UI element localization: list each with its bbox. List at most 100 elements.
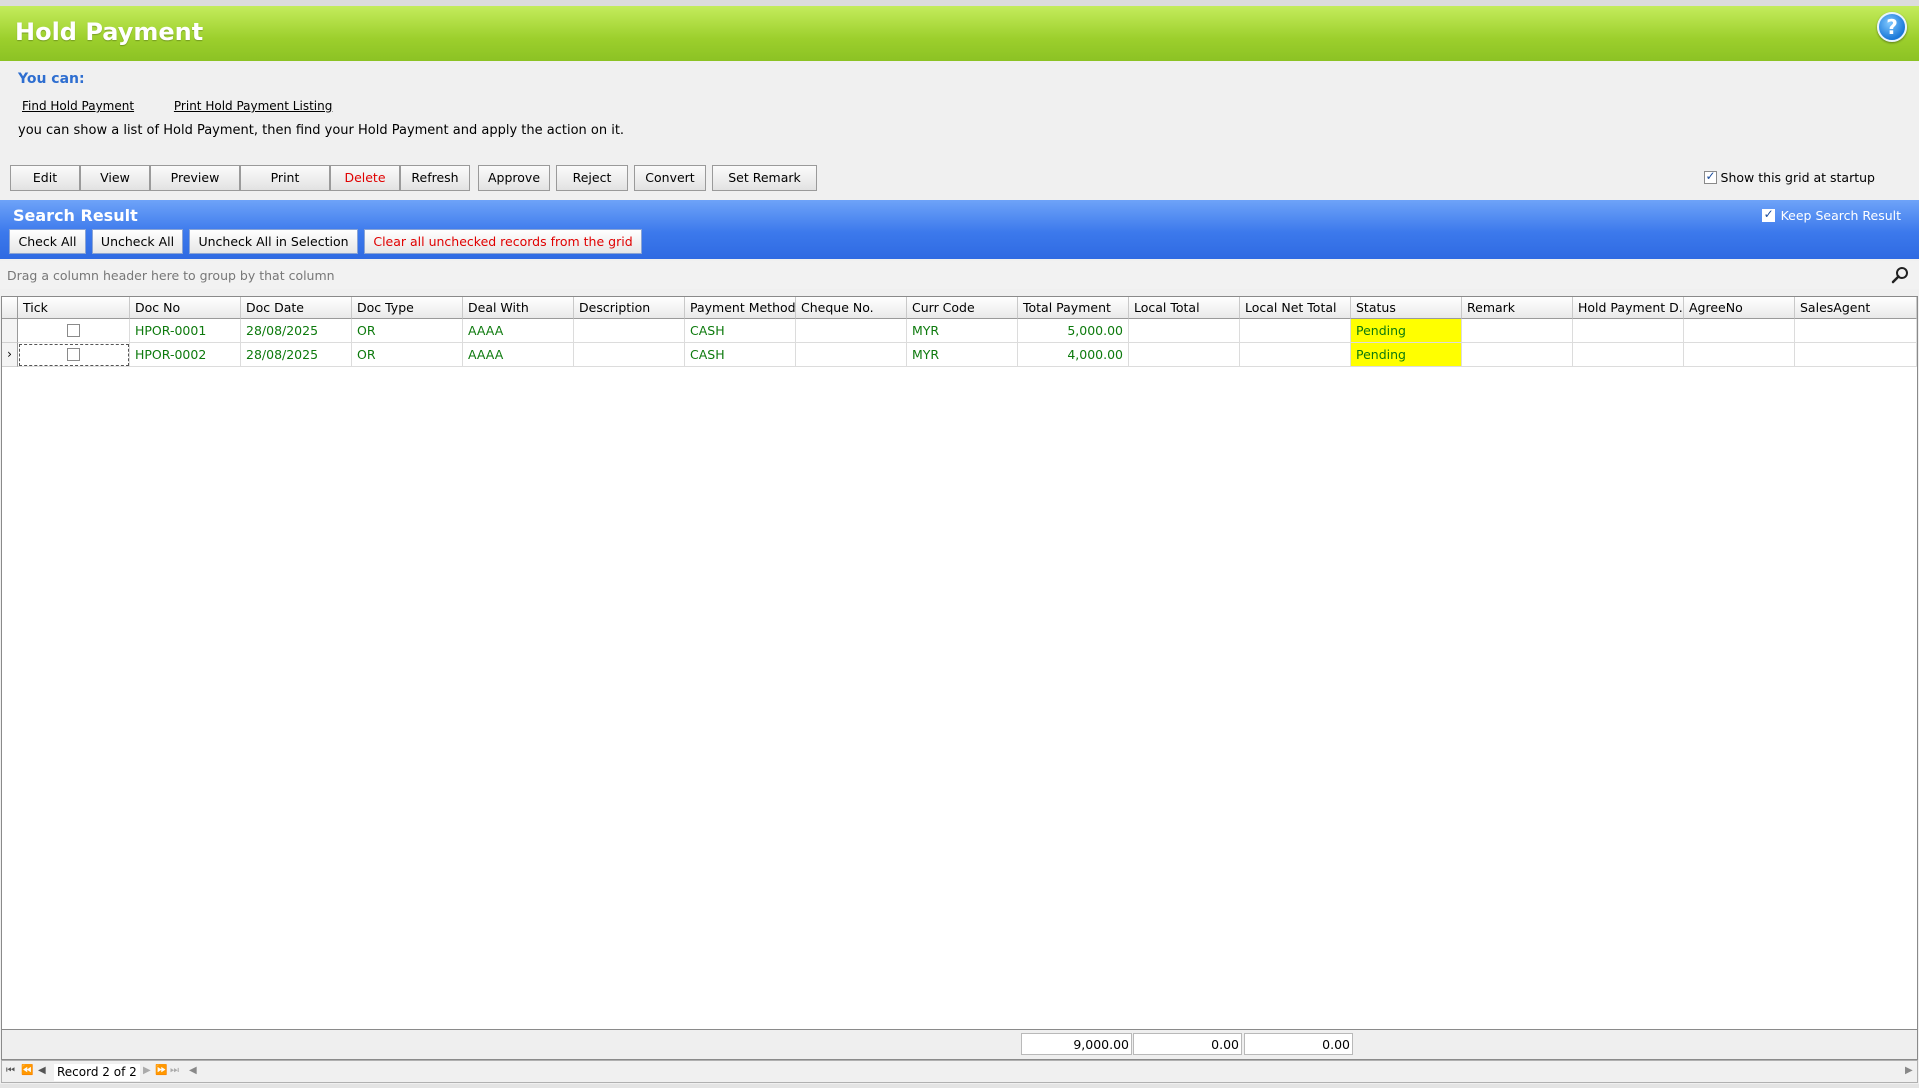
- local-net-total-cell[interactable]: [1240, 343, 1351, 367]
- doc-no-cell[interactable]: HPOR-0002: [130, 343, 241, 367]
- deal-with-cell[interactable]: AAAA: [463, 319, 574, 343]
- column-header-doc-date[interactable]: Doc Date: [241, 297, 352, 319]
- bottom-border: [0, 1084, 1919, 1088]
- selection-buttons: Check All Uncheck All Uncheck All in Sel…: [9, 229, 642, 254]
- column-header-status[interactable]: Status: [1351, 297, 1462, 319]
- current-row-indicator[interactable]: ›: [2, 343, 18, 367]
- row-indicator[interactable]: [2, 319, 18, 343]
- payment-method-cell[interactable]: CASH: [685, 343, 796, 367]
- local-total-cell[interactable]: [1129, 343, 1240, 367]
- curr-code-cell[interactable]: MYR: [907, 319, 1018, 343]
- show-grid-startup-option[interactable]: Show this grid at startup: [1703, 169, 1875, 185]
- page-description: you can show a list of Hold Payment, the…: [18, 123, 625, 138]
- next-page-icon[interactable]: ⏩: [155, 1065, 167, 1076]
- status-cell[interactable]: Pending: [1351, 319, 1462, 343]
- row-indicator-header: [2, 297, 18, 319]
- total-payment-cell[interactable]: 5,000.00: [1018, 319, 1129, 343]
- convert-button[interactable]: Convert: [634, 165, 706, 191]
- local-total-cell[interactable]: [1129, 319, 1240, 343]
- total-payment-cell[interactable]: 4,000.00: [1018, 343, 1129, 367]
- cheque-no-cell[interactable]: [796, 343, 907, 367]
- approve-button[interactable]: Approve: [478, 165, 550, 191]
- column-header-cheque-no[interactable]: Cheque No.: [796, 297, 907, 319]
- keep-search-result-option[interactable]: Keep Search Result: [1761, 207, 1901, 223]
- doc-type-cell[interactable]: OR: [352, 319, 463, 343]
- tick-cell[interactable]: [18, 319, 130, 343]
- previous-record-icon[interactable]: ◀: [38, 1065, 46, 1076]
- sales-agent-cell[interactable]: [1795, 319, 1917, 343]
- column-header-local-total[interactable]: Local Total: [1129, 297, 1240, 319]
- doc-date-cell[interactable]: 28/08/2025: [241, 343, 352, 367]
- view-button[interactable]: View: [80, 165, 150, 191]
- description-cell[interactable]: [574, 343, 685, 367]
- tick-cell[interactable]: [18, 343, 130, 367]
- refresh-button[interactable]: Refresh: [400, 165, 470, 191]
- local-net-total-cell[interactable]: [1240, 319, 1351, 343]
- you-can-label: You can:: [18, 71, 85, 87]
- table-row[interactable]: HPOR-0001 28/08/2025 OR AAAA CASH MYR 5,…: [2, 319, 1919, 343]
- delete-button[interactable]: Delete: [330, 165, 400, 191]
- keep-search-result-checkbox[interactable]: [1761, 207, 1775, 222]
- next-record-icon[interactable]: ▶: [143, 1065, 151, 1076]
- status-cell[interactable]: Pending: [1351, 343, 1462, 367]
- remark-cell[interactable]: [1462, 343, 1573, 367]
- curr-code-cell[interactable]: MYR: [907, 343, 1018, 367]
- scroll-right-icon[interactable]: ▶: [1905, 1065, 1913, 1076]
- total-payment-sum: 9,000.00: [1021, 1033, 1132, 1055]
- column-header-payment-method[interactable]: Payment Method: [685, 297, 796, 319]
- cheque-no-cell[interactable]: [796, 319, 907, 343]
- agree-no-cell[interactable]: [1684, 343, 1795, 367]
- print-hold-payment-listing-link[interactable]: Print Hold Payment Listing: [174, 99, 332, 113]
- column-header-curr-code[interactable]: Curr Code: [907, 297, 1018, 319]
- reject-button[interactable]: Reject: [556, 165, 628, 191]
- last-record-icon[interactable]: ⏭: [170, 1065, 179, 1076]
- previous-page-icon[interactable]: ⏪: [21, 1065, 33, 1076]
- agree-no-cell[interactable]: [1684, 319, 1795, 343]
- edit-button[interactable]: Edit: [10, 165, 80, 191]
- help-icon[interactable]: ?: [1877, 12, 1907, 42]
- column-header-doc-type[interactable]: Doc Type: [352, 297, 463, 319]
- doc-no-cell[interactable]: HPOR-0001: [130, 319, 241, 343]
- column-header-total-payment[interactable]: Total Payment: [1018, 297, 1129, 319]
- preview-button[interactable]: Preview: [150, 165, 240, 191]
- column-header-sales-agent[interactable]: SalesAgent: [1795, 297, 1917, 319]
- column-header-remark[interactable]: Remark: [1462, 297, 1573, 319]
- column-header-description[interactable]: Description: [574, 297, 685, 319]
- column-header-local-net-total[interactable]: Local Net Total: [1240, 297, 1351, 319]
- column-header-doc-no[interactable]: Doc No: [130, 297, 241, 319]
- keep-search-result-label: Keep Search Result: [1780, 208, 1901, 223]
- first-record-icon[interactable]: ⏮: [6, 1065, 15, 1076]
- row-tick-checkbox[interactable]: [67, 324, 80, 337]
- record-navigator: ⏮ ⏪ ◀ Record 2 of 2 ▶ ⏩ ⏭ ◀ ▶: [1, 1060, 1918, 1083]
- column-header-hold-payment-d[interactable]: Hold Payment D...: [1573, 297, 1684, 319]
- clear-unchecked-records-button[interactable]: Clear all unchecked records from the gri…: [364, 229, 642, 254]
- sales-agent-cell[interactable]: [1795, 343, 1917, 367]
- column-header-tick[interactable]: Tick: [18, 297, 130, 319]
- doc-type-cell[interactable]: OR: [352, 343, 463, 367]
- hold-payment-grid: Tick Doc No Doc Date Doc Type Deal With …: [1, 296, 1918, 1030]
- deal-with-cell[interactable]: AAAA: [463, 343, 574, 367]
- check-all-button[interactable]: Check All: [9, 229, 86, 254]
- show-grid-checkbox[interactable]: [1703, 169, 1717, 184]
- uncheck-all-in-selection-button[interactable]: Uncheck All in Selection: [189, 229, 358, 254]
- group-by-panel[interactable]: Drag a column header here to group by th…: [0, 261, 1919, 289]
- search-icon[interactable]: [1891, 266, 1909, 284]
- search-result-title: Search Result: [13, 206, 138, 225]
- column-header-agree-no[interactable]: AgreeNo: [1684, 297, 1795, 319]
- group-by-hint: Drag a column header here to group by th…: [7, 268, 335, 283]
- payment-method-cell[interactable]: CASH: [685, 319, 796, 343]
- remark-cell[interactable]: [1462, 319, 1573, 343]
- action-links: Find Hold Payment Print Hold Payment Lis…: [22, 99, 368, 113]
- hold-payment-d-cell[interactable]: [1573, 319, 1684, 343]
- description-cell[interactable]: [574, 319, 685, 343]
- table-row[interactable]: › HPOR-0002 28/08/2025 OR AAAA CASH MYR …: [2, 343, 1919, 367]
- set-remark-button[interactable]: Set Remark: [712, 165, 817, 191]
- row-tick-checkbox[interactable]: [67, 348, 80, 361]
- find-hold-payment-link[interactable]: Find Hold Payment: [22, 99, 134, 113]
- uncheck-all-button[interactable]: Uncheck All: [92, 229, 183, 254]
- doc-date-cell[interactable]: 28/08/2025: [241, 319, 352, 343]
- print-button[interactable]: Print: [240, 165, 330, 191]
- hold-payment-d-cell[interactable]: [1573, 343, 1684, 367]
- scroll-left-icon[interactable]: ◀: [189, 1065, 197, 1076]
- column-header-deal-with[interactable]: Deal With: [463, 297, 574, 319]
